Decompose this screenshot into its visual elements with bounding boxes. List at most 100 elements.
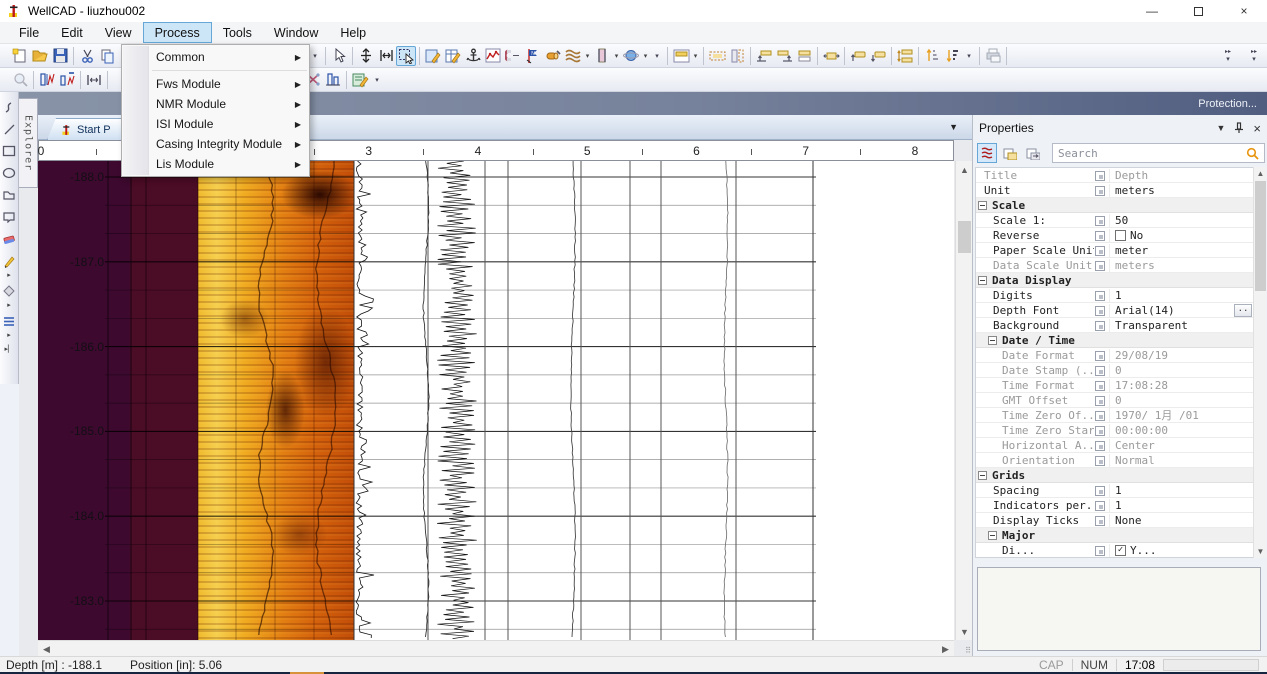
minimize-button[interactable]: — xyxy=(1129,0,1175,22)
shift-log-down-icon[interactable] xyxy=(868,46,888,66)
toolbar-chunk-2-icon[interactable]: ▸▸ ▾ xyxy=(1247,46,1261,66)
property-row-scale-1-[interactable]: Scale 1: 50 xyxy=(976,213,1253,228)
property-value[interactable]: Normal xyxy=(1109,453,1253,467)
property-row-di-[interactable]: Di... ✓ Y... xyxy=(976,543,1253,557)
process-menu-item-casing-integrity-module[interactable]: Casing Integrity Module ▶ xyxy=(122,134,309,154)
header-dropdown-icon[interactable]: ▾ xyxy=(691,52,700,60)
property-row-unit[interactable]: Unit meters xyxy=(976,183,1253,198)
property-row-digits[interactable]: Digits 1 xyxy=(976,288,1253,303)
checkbox-unchecked-icon[interactable] xyxy=(1115,229,1126,241)
sort-ascending-icon[interactable] xyxy=(922,46,942,66)
log-vertical-scrollbar[interactable]: ▲ ▼ xyxy=(955,161,972,640)
property-row-reverse[interactable]: Reverse No xyxy=(976,228,1253,243)
edit-table-icon[interactable] xyxy=(443,46,463,66)
property-row-indicators-per-[interactable]: Indicators per... 1 xyxy=(976,498,1253,513)
font-edit-button[interactable]: .. xyxy=(1234,303,1252,317)
sort-descending-icon[interactable] xyxy=(942,46,962,66)
property-value[interactable]: Arial(14).. xyxy=(1109,303,1253,317)
zoom-tool-icon[interactable] xyxy=(10,70,30,90)
rectangle-tool-icon[interactable] xyxy=(1,140,18,162)
menu-file[interactable]: File xyxy=(8,22,50,43)
property-row-paper-scale-unit[interactable]: Paper Scale Unit meter xyxy=(976,243,1253,258)
collapse-icon[interactable] xyxy=(978,275,987,285)
property-row-date-stamp-[interactable]: Date Stamp (... 0 xyxy=(976,363,1253,378)
strip-expand-icon[interactable]: ▸▏ xyxy=(5,346,14,354)
property-row-time-zero-of-[interactable]: Time Zero Of... 1970/ 1月 /01 xyxy=(976,407,1253,423)
property-grid-scrollbar[interactable]: ▲ ▼ xyxy=(1253,167,1266,558)
close-button[interactable]: × xyxy=(1221,0,1267,22)
property-group-grids[interactable]: Grids xyxy=(976,468,1253,483)
collapse-icon[interactable] xyxy=(988,530,997,540)
new-document-icon[interactable] xyxy=(10,46,30,66)
collapse-icon[interactable] xyxy=(978,470,987,480)
property-value[interactable]: Depth xyxy=(1109,168,1253,182)
property-row-title[interactable]: Title Depth xyxy=(976,168,1253,183)
alphabetical-view-button[interactable] xyxy=(1000,143,1020,163)
property-row-time-zero-start[interactable]: Time Zero Start 00:00:00 xyxy=(976,423,1253,438)
menu-window[interactable]: Window xyxy=(263,22,329,43)
property-value[interactable]: 50 xyxy=(1109,213,1253,227)
property-value[interactable]: 1 xyxy=(1109,498,1253,512)
menu-edit[interactable]: Edit xyxy=(50,22,94,43)
maximize-button[interactable] xyxy=(1175,0,1221,22)
property-value[interactable]: 1 xyxy=(1109,483,1253,497)
property-value[interactable]: 1970/ 1月 /01 xyxy=(1109,407,1253,423)
property-group-major[interactable]: Major xyxy=(976,528,1253,543)
pencil-tool-icon[interactable] xyxy=(1,250,18,272)
toolbar-overflow-3-icon[interactable]: ▾ xyxy=(962,46,976,66)
process-menu-item-nmr-module[interactable]: NMR Module ▶ xyxy=(122,94,309,114)
magnet-tool-icon[interactable] xyxy=(503,46,523,66)
line-style-tool-icon[interactable] xyxy=(1,310,18,332)
search-input[interactable]: Search xyxy=(1052,143,1265,163)
property-value[interactable]: meter xyxy=(1109,243,1253,257)
copy-icon[interactable] xyxy=(97,46,117,66)
search-icon[interactable] xyxy=(1246,147,1259,160)
property-value[interactable]: Center xyxy=(1109,438,1253,452)
borehole-dropdown-icon[interactable]: ▾ xyxy=(612,52,621,60)
resize-grip[interactable]: ⠿ xyxy=(956,641,971,655)
print-document-icon[interactable] xyxy=(983,46,1003,66)
lithology-dropdown-icon[interactable]: ▾ xyxy=(583,52,592,60)
property-value[interactable]: 0 xyxy=(1109,363,1253,377)
page-view-button[interactable] xyxy=(1023,143,1043,163)
core-sample-icon[interactable] xyxy=(543,46,563,66)
scroll-left-icon[interactable]: ◀ xyxy=(38,641,55,657)
crossplot-icon[interactable] xyxy=(483,46,503,66)
scroll-right-icon[interactable]: ▶ xyxy=(937,641,954,657)
callout-tool-icon[interactable] xyxy=(1,206,18,228)
panel-menu-dropdown-icon[interactable]: ▼ xyxy=(1216,123,1225,133)
toolbar-chunk-1-icon[interactable]: ▸▸ ▾ xyxy=(1221,46,1235,66)
open-folder-icon[interactable] xyxy=(30,46,50,66)
checkbox-checked-icon[interactable]: ✓ xyxy=(1115,544,1126,556)
property-value[interactable]: 1 xyxy=(1109,288,1253,302)
property-value[interactable]: 00:00:00 xyxy=(1109,423,1253,437)
move-track-right-icon[interactable] xyxy=(774,46,794,66)
north-flag-icon[interactable]: N xyxy=(523,46,543,66)
property-value[interactable]: meters xyxy=(1109,183,1253,197)
property-value[interactable]: No xyxy=(1109,228,1253,242)
property-row-display-ticks[interactable]: Display Ticks None xyxy=(976,513,1253,528)
scroll-down-icon[interactable]: ▼ xyxy=(956,623,973,640)
property-row-orientation[interactable]: Orientation Normal xyxy=(976,453,1253,468)
property-value[interactable]: 17:08:28 xyxy=(1109,378,1253,392)
pin-icon[interactable] xyxy=(1234,122,1244,134)
toolbar-overflow-icon[interactable]: ▾ xyxy=(308,46,322,66)
property-value[interactable]: None xyxy=(1109,513,1253,527)
eraser-tool-icon[interactable] xyxy=(1,228,18,250)
menu-view[interactable]: View xyxy=(94,22,143,43)
cut-icon[interactable] xyxy=(77,46,97,66)
swap-tracks-icon[interactable] xyxy=(895,46,915,66)
scroll-up-icon[interactable]: ▲ xyxy=(956,161,973,178)
property-value[interactable]: 0 xyxy=(1109,393,1253,407)
process-menu-item-fws-module[interactable]: Fws Module ▶ xyxy=(122,74,309,94)
lithology-pattern-icon[interactable] xyxy=(563,46,583,66)
stretch-track-icon[interactable] xyxy=(821,46,841,66)
move-track-left-icon[interactable] xyxy=(754,46,774,66)
log-view[interactable]: -188.0 -187.0 -186.0 -185.0 -184.0 -183.0 xyxy=(38,161,954,640)
property-row-date-format[interactable]: Date Format 29/08/19 xyxy=(976,348,1253,363)
align-tracks-icon[interactable] xyxy=(794,46,814,66)
log-horizontal-scrollbar[interactable]: ◀ ▶ xyxy=(38,640,954,656)
highlight-tool-icon[interactable] xyxy=(1,280,18,302)
property-row-depth-font[interactable]: Depth Font Arial(14).. xyxy=(976,303,1253,318)
prop-scroll-down-icon[interactable]: ▼ xyxy=(1254,545,1267,558)
